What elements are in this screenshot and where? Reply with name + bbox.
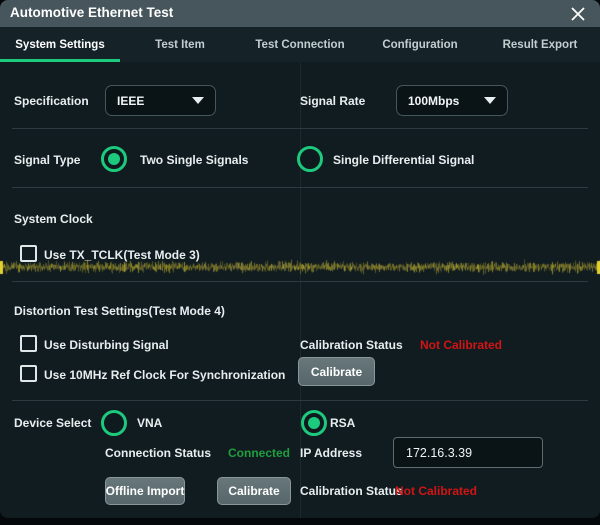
- dialog-title: Automotive Ethernet Test: [10, 5, 173, 20]
- device-calibration-status-value: Not Calibrated: [395, 484, 477, 498]
- tab-test-connection[interactable]: Test Connection: [240, 27, 360, 62]
- system-clock-title: System Clock: [14, 212, 93, 226]
- tab-bar: System Settings Test Item Test Connectio…: [0, 27, 600, 62]
- rsa-label: RSA: [330, 416, 355, 430]
- calibration-status-value: Not Calibrated: [420, 338, 502, 352]
- offline-import-button[interactable]: Offline Import: [105, 477, 185, 505]
- device-calibration-status-label: Calibration Status: [300, 484, 403, 498]
- vna-label: VNA: [137, 416, 162, 430]
- separator: [12, 400, 588, 401]
- specification-label: Specification: [14, 94, 89, 108]
- radio-vna[interactable]: [101, 410, 127, 436]
- specification-dropdown[interactable]: IEEE: [105, 85, 216, 116]
- connection-status-value: Connected: [228, 446, 290, 460]
- close-button[interactable]: [566, 2, 590, 26]
- separator: [12, 187, 588, 188]
- radio-rsa[interactable]: [301, 410, 327, 436]
- waveform-trace: [0, 256, 600, 277]
- specification-value: IEEE: [117, 94, 144, 108]
- use-disturbing-signal-label: Use Disturbing Signal: [44, 338, 169, 352]
- automotive-ethernet-test-dialog: Automotive Ethernet Test System Settings…: [0, 0, 600, 518]
- radio-single-differential-signal[interactable]: [297, 146, 323, 172]
- signal-rate-dropdown[interactable]: 100Mbps: [396, 85, 508, 116]
- signal-rate-value: 100Mbps: [408, 94, 459, 108]
- close-icon: [570, 6, 586, 22]
- oscilloscope-screen: Automotive Ethernet Test System Settings…: [0, 0, 600, 525]
- single-differential-signal-label: Single Differential Signal: [333, 153, 474, 167]
- tab-test-item[interactable]: Test Item: [120, 27, 240, 62]
- tab-system-settings[interactable]: System Settings: [0, 27, 120, 62]
- radio-two-single-signals[interactable]: [101, 146, 127, 172]
- distortion-settings-title: Distortion Test Settings(Test Mode 4): [14, 304, 225, 318]
- use-10mhz-ref-clock-label: Use 10MHz Ref Clock For Synchronization: [44, 368, 285, 382]
- separator: [12, 128, 588, 129]
- signal-type-label: Signal Type: [14, 153, 80, 167]
- calibration-status-label: Calibration Status: [300, 338, 403, 352]
- ip-address-input[interactable]: [393, 437, 543, 468]
- dialog-titlebar: Automotive Ethernet Test: [0, 0, 600, 27]
- checkbox-use-10mhz-ref-clock[interactable]: [20, 365, 37, 382]
- device-select-label: Device Select: [14, 416, 91, 430]
- chevron-down-icon: [192, 97, 204, 104]
- chevron-down-icon: [484, 97, 496, 104]
- checkbox-use-disturbing-signal[interactable]: [20, 335, 37, 352]
- two-single-signals-label: Two Single Signals: [140, 153, 248, 167]
- separator: [12, 281, 588, 282]
- distortion-calibrate-button[interactable]: Calibrate: [298, 357, 375, 386]
- signal-rate-label: Signal Rate: [300, 94, 365, 108]
- ip-address-label: IP Address: [300, 446, 362, 460]
- device-calibrate-button[interactable]: Calibrate: [217, 477, 291, 505]
- tab-configuration[interactable]: Configuration: [360, 27, 480, 62]
- tab-result-export[interactable]: Result Export: [480, 27, 600, 62]
- connection-status-label: Connection Status: [105, 446, 211, 460]
